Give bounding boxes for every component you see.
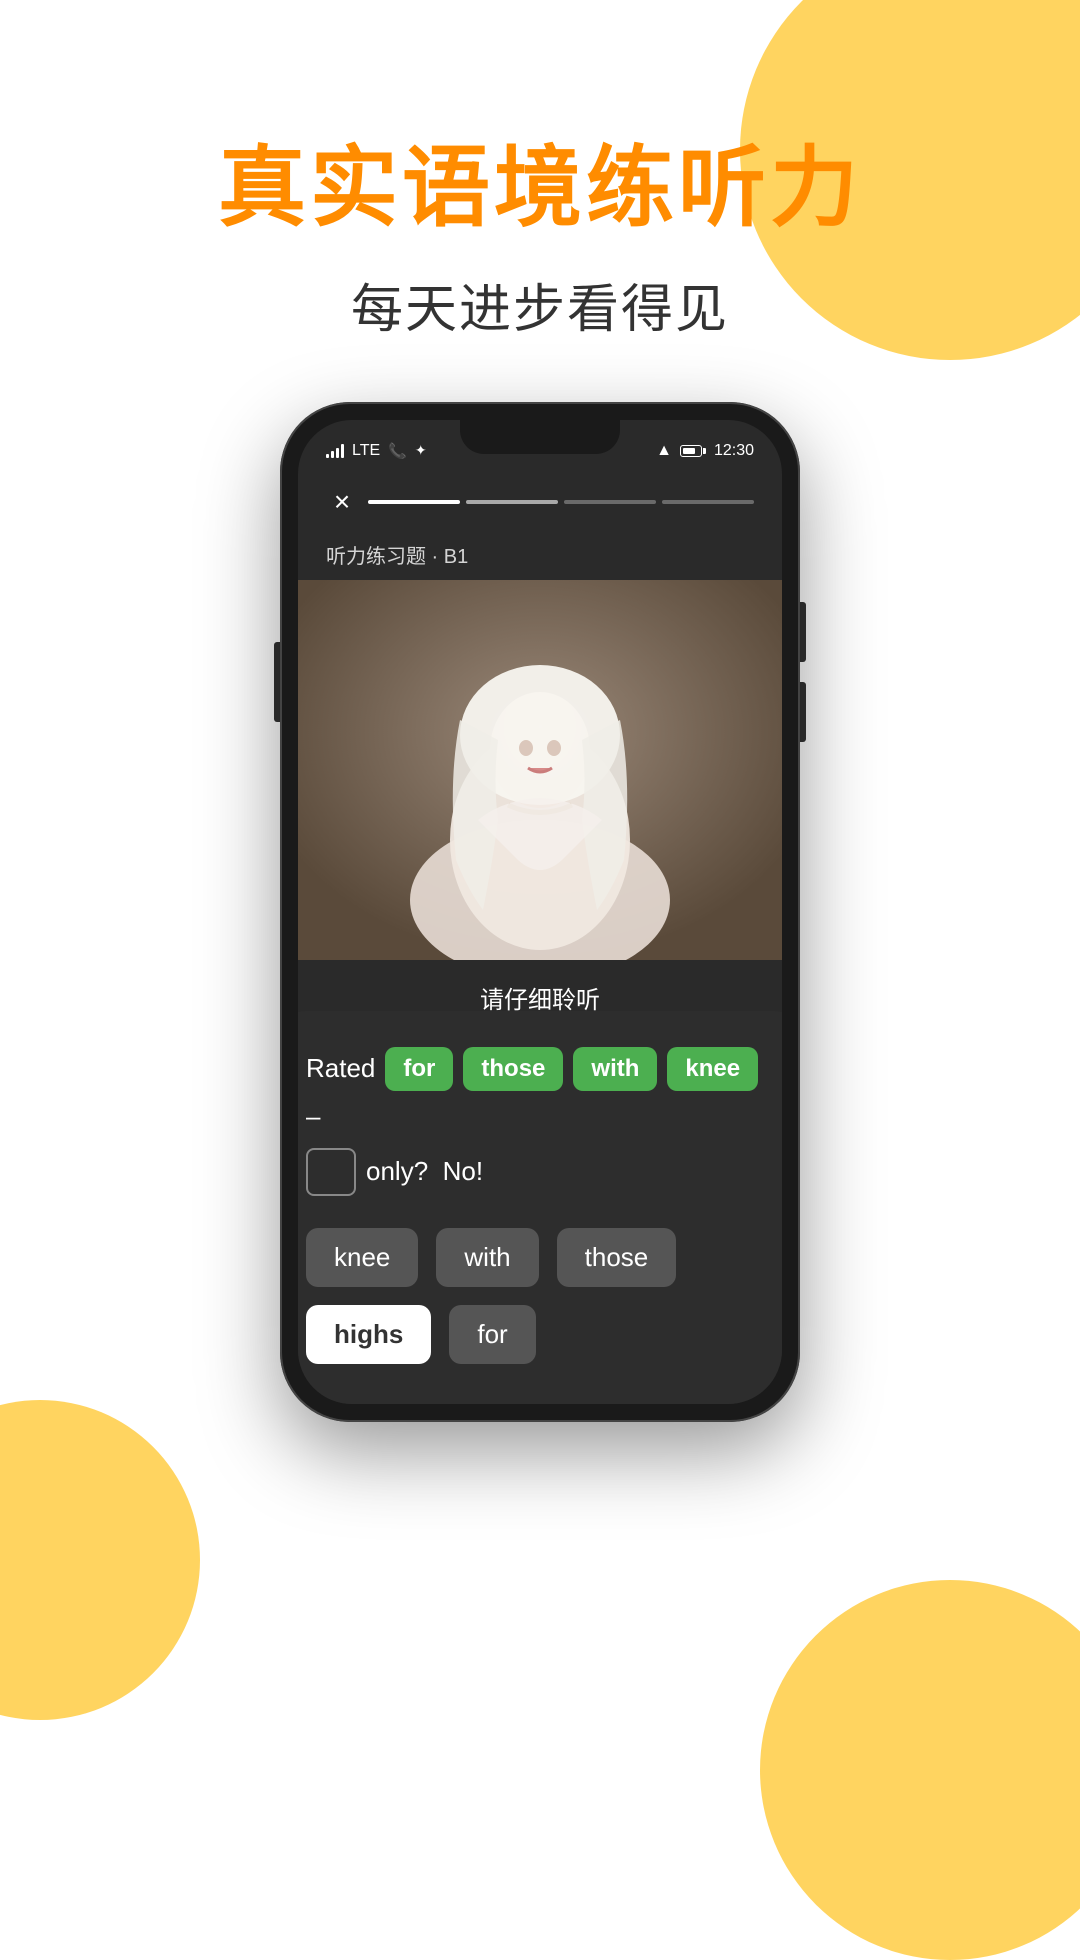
- chip-those[interactable]: those: [463, 1047, 563, 1091]
- sub-title: 每天进步看得见: [0, 267, 1080, 342]
- progress-bar: [368, 500, 754, 504]
- lte-label: LTE: [352, 442, 380, 460]
- status-left: LTE 📞 ✦: [326, 442, 427, 460]
- choice-knee[interactable]: knee: [306, 1228, 418, 1287]
- battery-icon: [680, 445, 706, 457]
- volume-up-button: [800, 602, 806, 662]
- chip-for[interactable]: for: [385, 1047, 453, 1091]
- bg-arc-bottom-right: [760, 1580, 1080, 1960]
- close-button[interactable]: ×: [326, 486, 358, 518]
- dash-separator: –: [306, 1101, 320, 1132]
- phone-screen: LTE 📞 ✦ ▲ 12:30: [298, 420, 782, 1404]
- call-icon: 📞: [388, 442, 407, 460]
- bluetooth-icon: ✦: [415, 442, 427, 459]
- top-section: 真实语境练听力 每天进步看得见: [0, 0, 1080, 342]
- progress-seg-4: [662, 500, 754, 504]
- choice-for[interactable]: for: [449, 1305, 535, 1364]
- volume-down-button: [800, 682, 806, 742]
- wifi-icon: ▲: [656, 442, 672, 460]
- blank-placeholder[interactable]: [306, 1148, 356, 1196]
- word-rated: Rated: [306, 1053, 375, 1084]
- video-area[interactable]: [298, 580, 782, 960]
- progress-seg-3: [564, 500, 656, 504]
- choice-those[interactable]: those: [557, 1228, 677, 1287]
- main-title: 真实语境练听力: [0, 140, 1080, 237]
- chip-with[interactable]: with: [573, 1047, 657, 1091]
- phone-shell: LTE 📞 ✦ ▲ 12:30: [280, 402, 800, 1422]
- sentence-line-1: Rated for those with knee –: [306, 1047, 774, 1132]
- progress-seg-2: [466, 500, 558, 504]
- phone-notch: [460, 420, 620, 454]
- exercise-label: 听力练习题 · B1: [326, 540, 468, 569]
- choice-highs[interactable]: highs: [306, 1305, 431, 1364]
- video-figure: [298, 580, 782, 960]
- time-display: 12:30: [714, 442, 754, 460]
- progress-area: ×: [298, 474, 782, 530]
- choice-with[interactable]: with: [436, 1228, 538, 1287]
- status-right: ▲ 12:30: [656, 442, 754, 460]
- bg-circle-bottom-left: [0, 1400, 200, 1720]
- progress-seg-1: [368, 500, 460, 504]
- listen-prompt: 请仔细聆听: [298, 980, 782, 1015]
- sentence-line-2: only? No!: [306, 1148, 774, 1196]
- signal-icon: [326, 444, 344, 458]
- bottom-panel: Rated for those with knee – only? No! kn…: [298, 1011, 782, 1404]
- phone-mockup: LTE 📞 ✦ ▲ 12:30: [280, 402, 800, 1422]
- chip-knee[interactable]: knee: [667, 1047, 758, 1091]
- word-only: only? No!: [366, 1156, 483, 1187]
- word-choices: knee with those highs for: [306, 1228, 774, 1364]
